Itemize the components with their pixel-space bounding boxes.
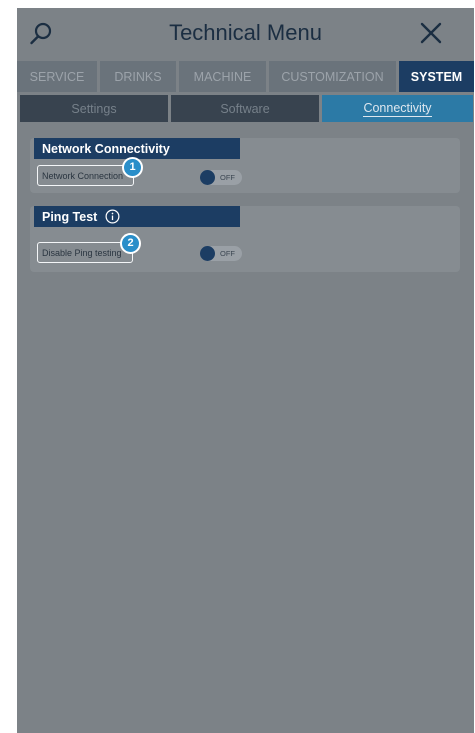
network-connectivity-title: Network Connectivity — [42, 141, 170, 156]
network-connection-toggle[interactable]: OFF — [200, 170, 242, 185]
network-connection-label: Network Connection — [37, 165, 134, 186]
tab-system[interactable]: SYSTEM — [399, 61, 474, 92]
ping-test-title: Ping Test — [42, 209, 98, 224]
sub-tabs: Settings Software Connectivity — [20, 95, 473, 122]
toggle-knob — [200, 246, 215, 261]
subtab-connectivity[interactable]: Connectivity — [322, 95, 473, 122]
tab-machine[interactable]: MACHINE — [179, 61, 266, 92]
callout-badge-1: 1 — [122, 157, 143, 178]
toggle-state-label: OFF — [220, 249, 235, 258]
header: Technical Menu — [17, 8, 474, 58]
tab-service[interactable]: SERVICE — [17, 61, 97, 92]
main-tabs: SERVICE DRINKS MACHINE CUSTOMIZATION SYS… — [17, 61, 474, 92]
close-icon[interactable] — [418, 20, 444, 46]
toggle-state-label: OFF — [220, 173, 235, 182]
tab-drinks[interactable]: DRINKS — [100, 61, 176, 92]
subtab-connectivity-label: Connectivity — [363, 100, 432, 117]
page-title: Technical Menu — [169, 20, 322, 45]
callout-badge-2: 2 — [120, 233, 141, 254]
toggle-knob — [200, 170, 215, 185]
technical-menu-screen: Technical Menu SERVICE DRINKS MACHINE CU… — [17, 8, 474, 733]
ping-test-panel: Ping Test Disable Ping testing 2 OFF — [30, 206, 460, 272]
network-connectivity-panel: Network Connectivity Network Connection … — [30, 138, 460, 193]
ping-test-header: Ping Test — [34, 206, 240, 227]
disable-ping-testing-label: Disable Ping testing — [37, 242, 133, 263]
info-icon[interactable] — [105, 209, 120, 224]
network-connectivity-header: Network Connectivity — [34, 138, 240, 159]
subtab-settings[interactable]: Settings — [20, 95, 168, 122]
disable-ping-testing-toggle[interactable]: OFF — [200, 246, 242, 261]
subtab-software[interactable]: Software — [171, 95, 319, 122]
tab-customization[interactable]: CUSTOMIZATION — [269, 61, 396, 92]
